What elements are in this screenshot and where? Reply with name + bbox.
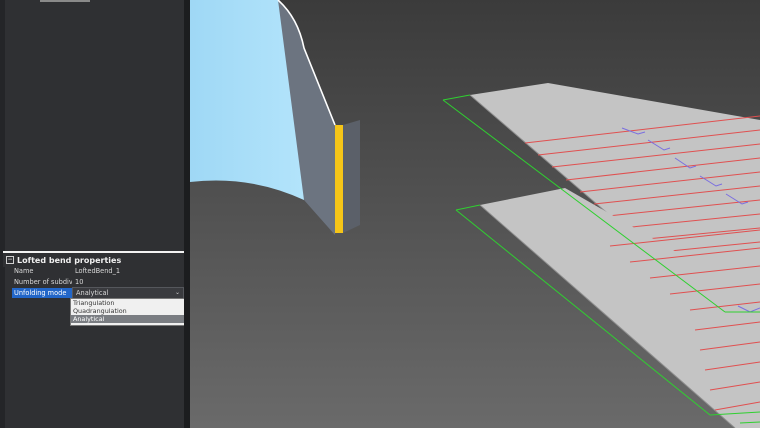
property-row-name[interactable]: Name LoftedBend_1	[12, 266, 184, 276]
property-value[interactable]: LoftedBend_1	[72, 266, 184, 276]
properties-title: Lofted bend properties	[17, 255, 122, 265]
cad-application: − Lofted bend properties Name LoftedBend…	[0, 0, 760, 428]
collapse-icon[interactable]: −	[6, 256, 14, 264]
dropdown-option-analytical[interactable]: Analytical	[71, 315, 185, 323]
left-panel: − Lofted bend properties Name LoftedBend…	[0, 0, 188, 428]
property-value[interactable]: 10	[72, 277, 184, 287]
chevron-down-icon[interactable]: ⌄	[175, 288, 180, 298]
property-label: Name	[14, 267, 34, 275]
property-row-unfolding-mode[interactable]: Unfolding mode Analytical ⌄	[12, 287, 184, 299]
property-label: Unfolding mode	[12, 288, 72, 298]
bend-highlight-face	[335, 125, 343, 233]
select-value: Analytical	[76, 289, 109, 297]
unfolding-mode-dropdown[interactable]: Triangulation Quadrangulation Analytical	[70, 298, 186, 326]
panel-top-divider	[40, 0, 90, 2]
property-row-subdivisions[interactable]: Number of subdivis 10	[12, 277, 184, 287]
bend-end-face	[343, 120, 360, 233]
property-label: Number of subdivis	[14, 278, 72, 286]
3d-viewport[interactable]	[190, 0, 760, 428]
properties-header[interactable]: − Lofted bend properties	[3, 251, 184, 267]
dropdown-option-quadrangulation[interactable]: Quadrangulation	[71, 307, 185, 315]
dropdown-option-triangulation[interactable]: Triangulation	[71, 299, 185, 307]
panel-scrollbar[interactable]	[0, 0, 5, 428]
